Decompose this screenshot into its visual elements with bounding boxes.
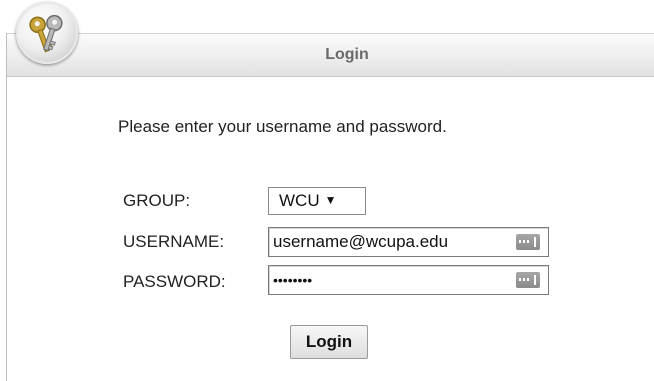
login-page: Login Please enter your username and pas… bbox=[0, 0, 654, 381]
chevron-down-icon: ▼ bbox=[324, 193, 337, 207]
password-label: PASSWORD: bbox=[123, 272, 226, 291]
login-button[interactable]: Login bbox=[290, 325, 368, 359]
password-manager-icon[interactable] bbox=[516, 234, 540, 250]
group-select[interactable]: WCU ▼ bbox=[268, 187, 366, 215]
username-value: username@wcupa.edu bbox=[273, 232, 449, 251]
password-manager-icon[interactable] bbox=[516, 272, 540, 288]
panel-title: Login bbox=[325, 46, 369, 63]
password-input[interactable]: •••••••• bbox=[268, 265, 549, 295]
login-instructions: Please enter your username and password. bbox=[118, 117, 447, 136]
username-input[interactable]: username@wcupa.edu bbox=[268, 227, 549, 257]
password-value: •••••••• bbox=[273, 272, 313, 288]
username-label: USERNAME: bbox=[123, 232, 225, 251]
keys-icon bbox=[16, 2, 78, 64]
group-select-value: WCU bbox=[279, 191, 320, 210]
group-label: GROUP: bbox=[123, 191, 191, 210]
